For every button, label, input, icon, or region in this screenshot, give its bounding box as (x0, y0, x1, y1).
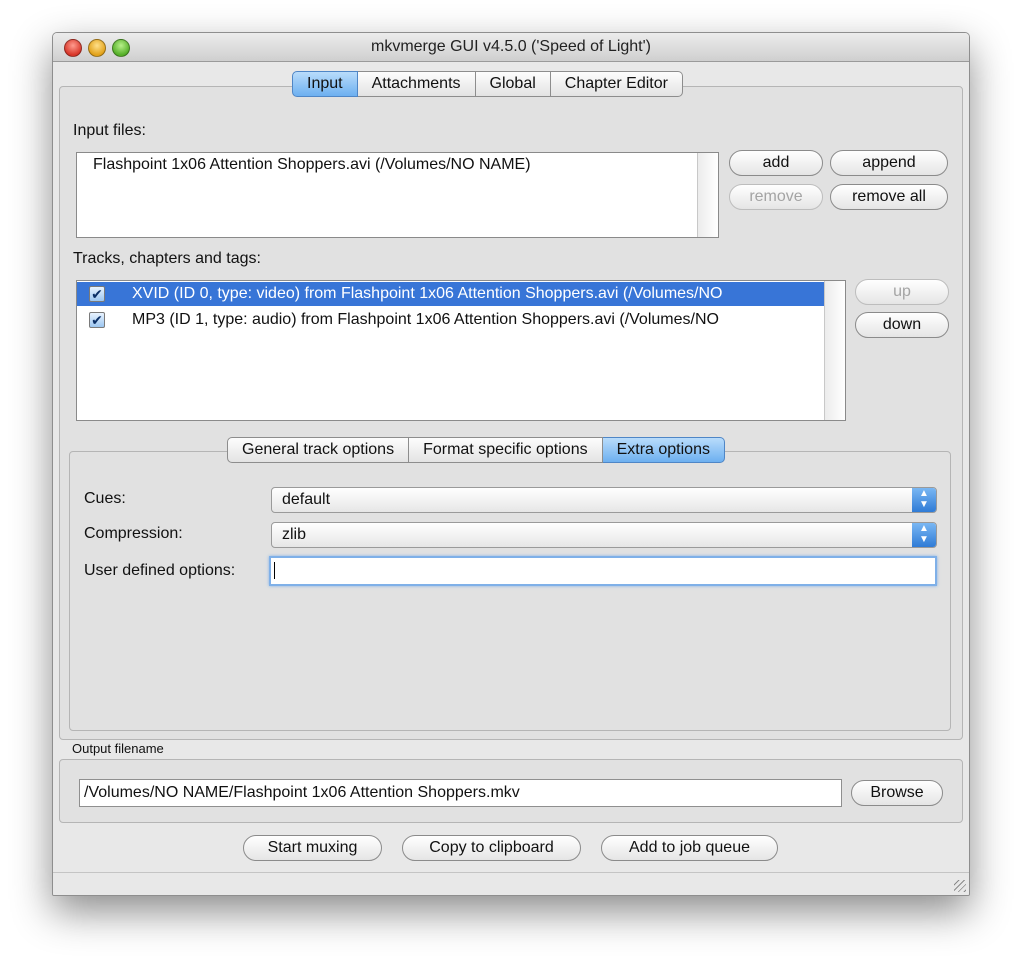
cues-value: default (282, 491, 331, 508)
tab-attachments[interactable]: Attachments (357, 71, 476, 97)
tab-extra-options[interactable]: Extra options (602, 437, 725, 463)
track-label-video: XVID (ID 0, type: video) from Flashpoint… (132, 285, 723, 302)
window-title: mkvmerge GUI v4.5.0 ('Speed of Light') (370, 38, 651, 55)
status-bar (53, 872, 969, 895)
cues-label: Cues: (84, 490, 126, 507)
list-item[interactable]: Flashpoint 1x06 Attention Shoppers.avi (… (93, 153, 693, 177)
track-row-audio[interactable]: ✔ MP3 (ID 1, type: audio) from Flashpoin… (77, 308, 824, 332)
down-button[interactable]: down (855, 312, 949, 338)
track-label-audio: MP3 (ID 1, type: audio) from Flashpoint … (132, 311, 719, 328)
tab-chapter-editor[interactable]: Chapter Editor (550, 71, 683, 97)
resize-grip-icon[interactable] (954, 880, 966, 892)
compression-select[interactable]: zlib ▲ ▼ (271, 522, 937, 548)
browse-button[interactable]: Browse (851, 780, 943, 806)
compression-value: zlib (282, 526, 307, 543)
main-tabbar: Input Attachments Global Chapter Editor (292, 71, 683, 97)
tab-general-track-options[interactable]: General track options (227, 437, 410, 463)
track-row-video[interactable]: ✔ XVID (ID 0, type: video) from Flashpoi… (77, 282, 824, 306)
tab-input[interactable]: Input (292, 71, 358, 97)
user-options-label: User defined options: (84, 562, 236, 579)
input-files-scrollbar[interactable] (697, 153, 718, 237)
cues-select[interactable]: default ▲ ▼ (271, 487, 937, 513)
track-checkbox-video[interactable]: ✔ (89, 286, 105, 302)
select-arrows-icon: ▲ ▼ (912, 523, 936, 547)
tracks-label: Tracks, chapters and tags: (73, 250, 261, 267)
track-checkbox-audio[interactable]: ✔ (89, 312, 105, 328)
title-bar[interactable]: mkvmerge GUI v4.5.0 ('Speed of Light') (53, 33, 969, 62)
app-window: mkvmerge GUI v4.5.0 ('Speed of Light') I… (52, 32, 970, 896)
input-file-name: Flashpoint 1x06 Attention Shoppers.avi (… (93, 156, 531, 173)
compression-label: Compression: (84, 525, 183, 542)
output-filename-input[interactable]: /Volumes/NO NAME/Flashpoint 1x06 Attenti… (79, 779, 842, 807)
output-filename-label: Output filename (72, 741, 164, 756)
remove-all-button[interactable]: remove all (830, 184, 948, 210)
input-files-label: Input files: (73, 122, 146, 139)
tab-global[interactable]: Global (475, 71, 551, 97)
track-options-tabbar: General track options Format specific op… (227, 437, 725, 463)
input-files-list[interactable]: Flashpoint 1x06 Attention Shoppers.avi (… (76, 152, 719, 238)
output-filename-value: /Volumes/NO NAME/Flashpoint 1x06 Attenti… (84, 784, 520, 801)
remove-button[interactable]: remove (729, 184, 823, 210)
add-button[interactable]: add (729, 150, 823, 176)
user-options-input[interactable] (269, 556, 937, 586)
up-button[interactable]: up (855, 279, 949, 305)
text-caret (274, 562, 275, 579)
tracks-scrollbar[interactable] (824, 281, 845, 420)
tab-format-specific-options[interactable]: Format specific options (409, 437, 603, 463)
add-to-job-queue-button[interactable]: Add to job queue (601, 835, 778, 861)
append-button[interactable]: append (830, 150, 948, 176)
start-muxing-button[interactable]: Start muxing (243, 835, 382, 861)
tracks-list[interactable]: ✔ XVID (ID 0, type: video) from Flashpoi… (76, 280, 846, 421)
select-arrows-icon: ▲ ▼ (912, 488, 936, 512)
copy-to-clipboard-button[interactable]: Copy to clipboard (402, 835, 581, 861)
